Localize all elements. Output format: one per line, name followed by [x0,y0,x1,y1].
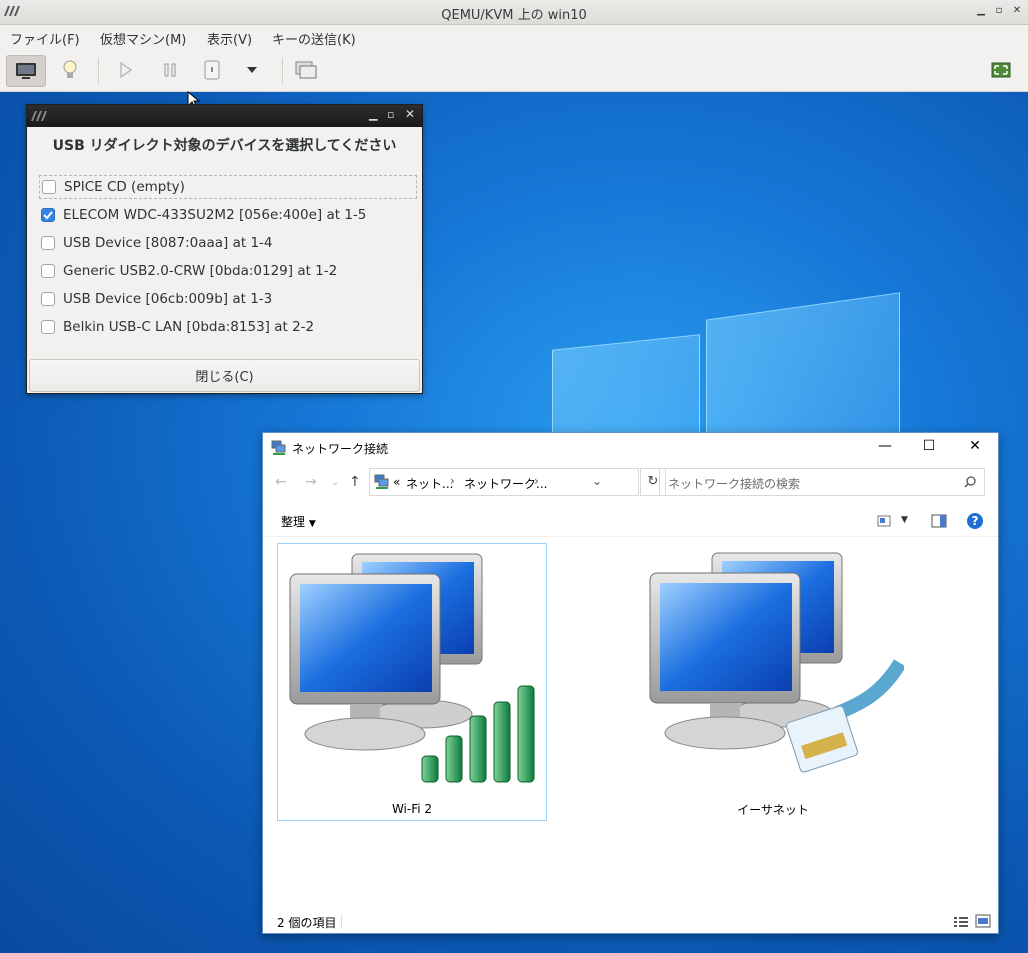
checkbox[interactable] [41,292,55,306]
fullscreen-button[interactable] [985,55,1017,85]
snapshots-icon [295,61,317,79]
usb-redirect-dialog: ▁ ▫ ✕ USB リダイレクト対象のデバイスを選択してください SPICE C… [26,104,423,394]
close-icon[interactable]: ✕ [1010,4,1024,18]
checkbox[interactable] [41,264,55,278]
svg-text:?: ? [972,514,979,528]
wifi-network-icon [289,553,535,783]
ethernet-connection-item[interactable]: イーサネット [638,543,908,821]
preview-pane-icon[interactable] [931,514,947,528]
window-title: QEMU/KVM 上の win10 [441,8,587,23]
change-view-icon[interactable] [877,515,891,527]
lightbulb-icon [63,60,77,78]
menu-view[interactable]: 表示(V) [207,29,252,48]
checkbox-checked[interactable] [41,208,55,222]
up-icon[interactable]: ↑ [349,474,361,490]
toolbar-separator [98,58,99,84]
pause-button[interactable] [154,55,186,85]
chevron-down-icon[interactable]: ⌄ [592,474,602,488]
chevron-down-icon[interactable]: ▼ [901,515,908,525]
usb-device-label: Generic USB2.0-CRW [0bda:0129] at 1-2 [63,263,338,279]
maximize-icon[interactable]: ▫ [992,4,1006,18]
dialog-maximize-icon[interactable]: ▫ [387,108,394,121]
minimize-icon[interactable]: — [875,438,895,458]
usb-device-label: ELECOM WDC-433SU2M2 [056e:400e] at 1-5 [63,207,367,223]
status-bar: 2 個の項目 [263,911,998,933]
item-label: Wi-Fi 2 [391,802,433,816]
address-bar[interactable]: « ネット... › ネットワーク... › ⌄ [369,468,639,496]
close-button[interactable]: 閉じる(C) [29,359,420,392]
power-button[interactable] [196,55,228,85]
toolbar-separator [282,58,283,84]
explorer-navbar: ← → ⌄ ↑ « ネット... › ネットワーク... › ⌄ ↻ ネットワー… [263,466,998,500]
dialog-heading: USB リダイレクト対象のデバイスを選択してください [52,138,397,154]
chevron-down-icon [247,67,257,73]
explorer-window: ネットワーク接続 — ☐ ✕ ← → ⌄ ↑ « ネット... › ネットワーク… [262,432,999,934]
back-icon[interactable]: ← [275,474,287,490]
dialog-minimize-icon[interactable]: ▁ [369,108,377,121]
address-overflow[interactable]: « [393,475,400,489]
fullscreen-icon [991,62,1011,78]
help-icon[interactable]: ? [966,512,984,530]
explorer-titlebar[interactable]: ネットワーク接続 — ☐ ✕ [263,433,998,463]
usb-device-item[interactable]: ELECOM WDC-433SU2M2 [056e:400e] at 1-5 [41,203,366,227]
search-input[interactable]: ネットワーク接続の検索 [659,468,985,496]
checkbox[interactable] [41,320,55,334]
snapshots-button[interactable] [290,55,322,85]
usb-device-label: SPICE CD (empty) [64,179,185,195]
status-divider [341,915,342,929]
command-bar: 整理 ▼ ▼ ? [263,506,998,537]
power-icon [204,60,220,80]
window-titlebar[interactable]: QEMU/KVM 上の win10 ▁ ▫ ✕ [0,0,1028,25]
close-icon[interactable]: ✕ [965,438,985,458]
power-menu-button[interactable] [236,55,268,85]
console-button[interactable] [6,55,46,87]
usb-device-label: Belkin USB-C LAN [0bda:8153] at 2-2 [63,319,315,335]
chevron-right-icon[interactable]: › [450,474,455,488]
network-connections-icon [271,440,286,455]
usb-device-item[interactable]: SPICE CD (empty) [39,175,417,199]
items-view: Wi-Fi 2 イーサネット [263,537,998,897]
maximize-icon[interactable]: ☐ [919,438,939,458]
search-placeholder: ネットワーク接続の検索 [668,477,801,491]
chevron-right-icon[interactable]: › [534,474,539,488]
organize-label: 整理 [281,515,306,529]
ethernet-network-icon [649,552,904,773]
menu-vm[interactable]: 仮想マシン(M) [100,29,186,48]
breadcrumb-item[interactable]: ネット... [406,475,453,492]
menu-file[interactable]: ファイル(F) [10,29,80,48]
pause-icon [164,63,176,77]
search-icon [964,476,976,488]
forward-icon[interactable]: → [305,474,317,490]
wifi-connection-item[interactable]: Wi-Fi 2 [277,543,547,821]
check-icon [43,211,53,220]
toolbar [0,50,1028,92]
checkbox[interactable] [42,180,56,194]
large-icons-view-icon[interactable] [975,914,991,928]
organize-button[interactable]: 整理 ▼ [281,513,316,530]
usb-device-item[interactable]: Generic USB2.0-CRW [0bda:0129] at 1-2 [41,259,337,283]
usb-device-item[interactable]: USB Device [8087:0aaa] at 1-4 [41,231,273,255]
recent-locations-icon[interactable]: ⌄ [331,477,339,488]
usb-device-item[interactable]: Belkin USB-C LAN [0bda:8153] at 2-2 [41,315,314,339]
details-button[interactable] [54,55,86,85]
usb-device-item[interactable]: USB Device [06cb:009b] at 1-3 [41,287,272,311]
chevron-down-icon: ▼ [308,519,316,529]
app-logo-icon [31,111,47,121]
item-label: イーサネット [737,803,809,817]
network-connections-icon [374,474,389,489]
menubar: ファイル(F) 仮想マシン(M) 表示(V) キーの送信(K) [0,25,1028,49]
usb-device-label: USB Device [06cb:009b] at 1-3 [63,291,273,307]
checkbox[interactable] [41,236,55,250]
explorer-title: ネットワーク接続 [292,442,389,456]
dialog-titlebar[interactable]: ▁ ▫ ✕ [27,105,422,127]
item-count: 2 個の項目 [277,916,337,930]
monitor-icon [16,63,36,79]
menu-send-key[interactable]: キーの送信(K) [272,29,356,48]
run-button[interactable] [110,55,142,85]
minimize-icon[interactable]: ▁ [974,4,988,18]
dialog-close-icon[interactable]: ✕ [405,107,415,121]
details-view-icon[interactable] [953,915,969,929]
play-icon [120,62,133,78]
usb-device-label: USB Device [8087:0aaa] at 1-4 [63,235,273,251]
